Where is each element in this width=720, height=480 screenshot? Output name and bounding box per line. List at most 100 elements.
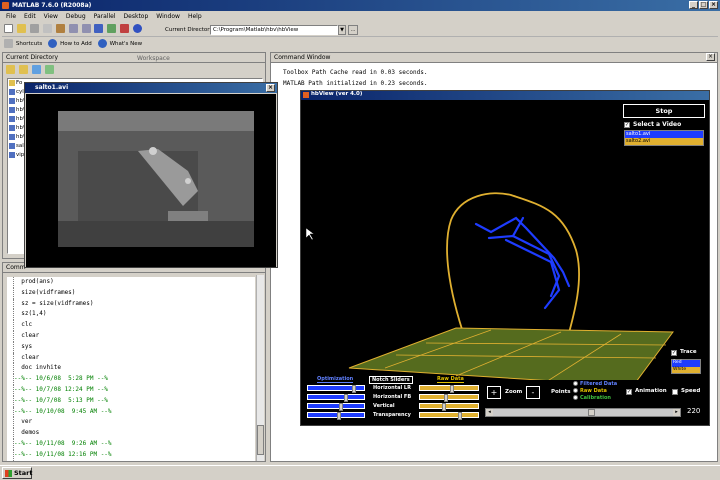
raw-data-slider[interactable] <box>419 403 479 411</box>
history-line[interactable]: clear <box>13 330 255 342</box>
directory-dropdown-icon[interactable]: ▼ <box>338 25 346 35</box>
close-button[interactable]: × <box>709 1 718 9</box>
find-files-icon[interactable] <box>31 65 41 74</box>
trace-option[interactable]: White <box>672 366 700 373</box>
speed-checkbox[interactable] <box>672 389 678 395</box>
paste-icon[interactable] <box>55 24 65 33</box>
optimization-slider[interactable] <box>307 385 365 393</box>
shortcuts-label[interactable]: Shortcuts <box>16 41 42 47</box>
undo-icon[interactable] <box>68 24 78 33</box>
slider-thumb[interactable] <box>344 394 349 402</box>
profiler-icon[interactable] <box>120 24 130 33</box>
slider-thumb[interactable] <box>352 385 357 393</box>
cut-icon[interactable] <box>29 24 39 33</box>
help-icon[interactable] <box>133 24 143 33</box>
file-icon <box>9 106 15 113</box>
history-line[interactable]: --%-- 10/11/08 9:26 AM --% <box>13 438 255 450</box>
menu-debug[interactable]: Debug <box>62 12 90 22</box>
radio-raw-label: Raw Data <box>580 388 607 394</box>
stop-button[interactable]: Stop <box>623 104 705 118</box>
current-directory-field[interactable]: C:\Program\Matlab\hbv\hbView <box>210 25 338 35</box>
workspace-tab[interactable]: Workspace <box>137 54 170 63</box>
simulink-icon[interactable] <box>94 24 104 33</box>
video-close-icon[interactable]: × <box>266 84 275 92</box>
optimization-slider[interactable] <box>307 412 365 420</box>
video-list-item[interactable]: salto2.avi <box>625 138 703 145</box>
frame-slider[interactable]: ◂ ▸ <box>485 408 681 417</box>
radio-dot-icon <box>573 388 578 393</box>
command-window-title: Command Window <box>274 54 331 61</box>
slider-thumb[interactable] <box>457 412 462 420</box>
raw-data-slider[interactable] <box>419 412 479 420</box>
radio-filtered-data[interactable]: Filtered Data <box>573 381 621 388</box>
raw-data-slider[interactable] <box>419 394 479 402</box>
animation-checkbox[interactable]: ✓ <box>626 389 632 395</box>
history-line[interactable]: demos <box>13 428 255 439</box>
zoom-in-button[interactable]: + <box>487 386 501 399</box>
optimization-slider[interactable] <box>307 403 365 411</box>
folder-up-icon[interactable] <box>6 65 15 74</box>
history-line[interactable]: --%-- 10/7/08 12:24 PM --% <box>13 384 255 396</box>
menu-file[interactable]: File <box>2 12 20 22</box>
history-line[interactable]: clear <box>13 352 255 364</box>
menu-edit[interactable]: Edit <box>20 12 40 22</box>
trace-checkbox[interactable]: ✓ <box>671 350 677 356</box>
slider-thumb[interactable] <box>444 394 449 402</box>
zoom-out-button[interactable]: - <box>526 386 540 399</box>
history-line[interactable]: doc invhite <box>13 363 255 375</box>
whats-new-icon <box>97 39 107 48</box>
frame-slider-thumb[interactable] <box>587 409 595 416</box>
optimization-slider[interactable] <box>307 394 365 402</box>
menu-bar: File Edit View Debug Parallel Desktop Window He… <box>2 12 718 22</box>
maximize-button[interactable]: □ <box>699 1 708 9</box>
whats-new-link[interactable]: What's New <box>110 41 143 47</box>
video-list[interactable]: salto1.avi salto2.avi <box>624 130 704 146</box>
browse-button[interactable]: ... <box>348 25 358 35</box>
menu-window[interactable]: Window <box>152 12 184 22</box>
menu-help[interactable]: Help <box>184 12 206 22</box>
history-line[interactable]: sz(1,4) <box>13 309 255 321</box>
new-file-icon[interactable] <box>4 24 13 33</box>
slider-thumb[interactable] <box>336 412 341 420</box>
guide-icon[interactable] <box>107 24 117 33</box>
open-folder-icon[interactable] <box>16 24 26 33</box>
history-line[interactable]: --%-- 10/7/08 5:13 PM --% <box>13 395 255 407</box>
history-line[interactable]: ver <box>13 417 255 429</box>
command-history-title: Comm <box>6 264 26 271</box>
menu-desktop[interactable]: Desktop <box>120 12 153 22</box>
history-line[interactable]: --%-- 10/6/08 5:28 PM --% <box>13 374 255 385</box>
history-line[interactable]: prod(ans) <box>13 277 255 288</box>
history-line[interactable]: sys <box>13 341 255 353</box>
start-button[interactable]: Start <box>2 467 33 479</box>
menu-view[interactable]: View <box>40 12 62 22</box>
radio-calibration[interactable]: Calibration <box>573 395 621 402</box>
new-folder-icon[interactable] <box>18 65 28 74</box>
copy-icon[interactable] <box>42 24 52 33</box>
history-line[interactable]: sz = size(vidframes) <box>13 298 255 310</box>
trace-options-list[interactable]: Red White <box>671 359 701 374</box>
slider-thumb[interactable] <box>449 385 454 393</box>
report-icon[interactable] <box>44 65 54 74</box>
frame-slider-right-arrow[interactable]: ▸ <box>673 409 680 416</box>
radio-raw-data[interactable]: Raw Data <box>573 388 621 395</box>
history-scrollbar[interactable] <box>256 275 264 461</box>
command-window-close-icon[interactable]: × <box>706 53 715 61</box>
history-line[interactable]: clc <box>13 320 255 331</box>
redo-icon[interactable] <box>81 24 91 33</box>
video-window: salto1.avi × <box>24 82 278 268</box>
video-frame-area <box>26 94 276 267</box>
how-to-add-link[interactable]: How to Add <box>60 41 92 47</box>
video-list-item[interactable]: salto1.avi <box>625 131 703 138</box>
video-window-title: salto1.avi <box>35 84 69 91</box>
frame-slider-left-arrow[interactable]: ◂ <box>486 409 493 416</box>
menu-parallel[interactable]: Parallel <box>90 12 120 22</box>
history-line[interactable]: --%-- 10/11/08 12:16 PM --% <box>13 449 255 461</box>
slider-thumb[interactable] <box>441 403 446 411</box>
select-video-checkbox[interactable]: ✓ <box>624 122 630 128</box>
history-scroll-thumb[interactable] <box>257 425 264 455</box>
slider-thumb[interactable] <box>339 403 344 411</box>
raw-data-slider[interactable] <box>419 385 479 393</box>
history-line[interactable]: size(vidframes) <box>13 287 255 299</box>
minimize-button[interactable]: _ <box>689 1 698 9</box>
history-line[interactable]: --%-- 10/10/08 9:45 AM --% <box>13 406 255 418</box>
